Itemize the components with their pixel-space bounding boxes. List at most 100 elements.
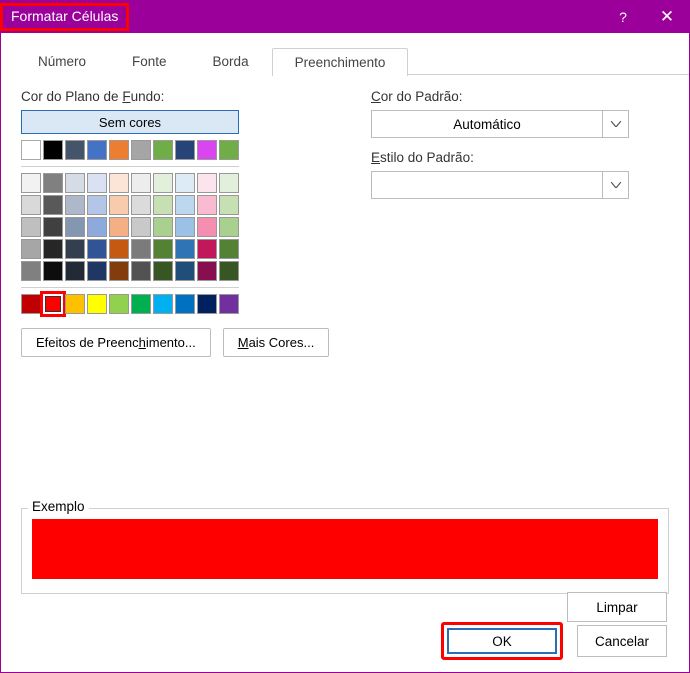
color-swatch[interactable] (87, 173, 107, 193)
color-swatch[interactable] (87, 195, 107, 215)
color-swatch[interactable] (21, 195, 41, 215)
color-palette (21, 140, 239, 314)
color-swatch[interactable] (131, 173, 151, 193)
dialog-footer: OK Cancelar (441, 622, 667, 660)
color-swatch[interactable] (197, 261, 217, 281)
color-swatch[interactable] (87, 140, 107, 160)
color-swatch[interactable] (43, 195, 63, 215)
color-swatch[interactable] (65, 140, 85, 160)
color-swatch[interactable] (109, 195, 129, 215)
color-swatch[interactable] (153, 173, 173, 193)
color-swatch[interactable] (109, 261, 129, 281)
color-swatch[interactable] (197, 294, 217, 314)
color-swatch[interactable] (131, 294, 151, 314)
color-swatch[interactable] (219, 294, 239, 314)
pattern-style-label: Estilo do Padrão: (371, 150, 675, 165)
color-swatch[interactable] (153, 294, 173, 314)
color-swatch[interactable] (219, 239, 239, 259)
color-swatch[interactable] (65, 261, 85, 281)
tab-fonte[interactable]: Fonte (109, 47, 190, 75)
tab-preenchimento[interactable]: Preenchimento (272, 48, 409, 76)
more-colors-button[interactable]: Mais Cores... (223, 328, 330, 357)
color-swatch[interactable] (219, 217, 239, 237)
color-swatch[interactable] (131, 261, 151, 281)
color-swatch[interactable] (197, 217, 217, 237)
color-swatch[interactable] (43, 239, 63, 259)
color-swatch[interactable] (131, 140, 151, 160)
title-highlight: Formatar Células (0, 3, 129, 31)
example-label: Exemplo (28, 499, 89, 514)
titlebar: Formatar Células ? ✕ (1, 1, 689, 33)
color-swatch[interactable] (197, 239, 217, 259)
color-swatch[interactable] (43, 294, 63, 314)
pattern-style-value (372, 172, 602, 198)
color-swatch[interactable] (175, 195, 195, 215)
color-swatch[interactable] (219, 140, 239, 160)
color-swatch[interactable] (65, 239, 85, 259)
ok-button[interactable]: OK (447, 628, 557, 654)
color-swatch[interactable] (65, 173, 85, 193)
tab-numero[interactable]: Número (15, 47, 109, 75)
color-swatch[interactable] (175, 294, 195, 314)
window-title: Formatar Células (11, 8, 118, 24)
tab-borda[interactable]: Borda (190, 47, 272, 75)
color-swatch[interactable] (65, 217, 85, 237)
chevron-down-icon (602, 111, 628, 137)
color-swatch[interactable] (21, 261, 41, 281)
color-swatch[interactable] (131, 195, 151, 215)
color-swatch[interactable] (175, 217, 195, 237)
color-swatch[interactable] (175, 173, 195, 193)
color-swatch[interactable] (87, 217, 107, 237)
ok-highlight: OK (441, 622, 563, 660)
pattern-color-dropdown[interactable]: Automático (371, 110, 629, 138)
color-swatch[interactable] (109, 173, 129, 193)
color-swatch[interactable] (87, 261, 107, 281)
help-button[interactable]: ? (601, 1, 645, 33)
color-swatch[interactable] (197, 140, 217, 160)
example-section: Exemplo (21, 508, 669, 594)
color-swatch[interactable] (109, 294, 129, 314)
color-swatch[interactable] (153, 140, 173, 160)
color-swatch[interactable] (21, 294, 41, 314)
close-button[interactable]: ✕ (645, 1, 689, 33)
pattern-color-value: Automático (372, 111, 602, 137)
color-swatch[interactable] (153, 239, 173, 259)
pattern-color-label: Cor do Padrão: (371, 89, 675, 104)
tab-strip: Número Fonte Borda Preenchimento (15, 47, 689, 75)
fill-effects-button[interactable]: Efeitos de Preenchimento... (21, 328, 211, 357)
color-swatch[interactable] (87, 239, 107, 259)
color-swatch[interactable] (219, 261, 239, 281)
color-swatch[interactable] (21, 173, 41, 193)
bg-color-label: Cor do Plano de Fundo: (21, 89, 341, 104)
color-swatch[interactable] (87, 294, 107, 314)
color-swatch[interactable] (21, 217, 41, 237)
no-color-button[interactable]: Sem cores (21, 110, 239, 134)
color-swatch[interactable] (219, 173, 239, 193)
color-swatch[interactable] (153, 195, 173, 215)
color-swatch[interactable] (197, 195, 217, 215)
color-swatch[interactable] (175, 140, 195, 160)
color-swatch[interactable] (175, 239, 195, 259)
cancel-button[interactable]: Cancelar (577, 625, 667, 657)
color-swatch[interactable] (153, 217, 173, 237)
color-swatch[interactable] (131, 239, 151, 259)
color-swatch[interactable] (43, 140, 63, 160)
chevron-down-icon (602, 172, 628, 198)
pattern-style-dropdown[interactable] (371, 171, 629, 199)
color-swatch[interactable] (109, 217, 129, 237)
color-swatch[interactable] (131, 217, 151, 237)
color-swatch[interactable] (43, 217, 63, 237)
color-swatch[interactable] (109, 140, 129, 160)
color-swatch[interactable] (65, 294, 85, 314)
color-swatch[interactable] (43, 173, 63, 193)
color-swatch[interactable] (153, 261, 173, 281)
clear-button[interactable]: Limpar (567, 592, 667, 622)
color-swatch[interactable] (175, 261, 195, 281)
color-swatch[interactable] (43, 261, 63, 281)
color-swatch[interactable] (219, 195, 239, 215)
color-swatch[interactable] (21, 239, 41, 259)
color-swatch[interactable] (65, 195, 85, 215)
color-swatch[interactable] (21, 140, 41, 160)
color-swatch[interactable] (109, 239, 129, 259)
color-swatch[interactable] (197, 173, 217, 193)
